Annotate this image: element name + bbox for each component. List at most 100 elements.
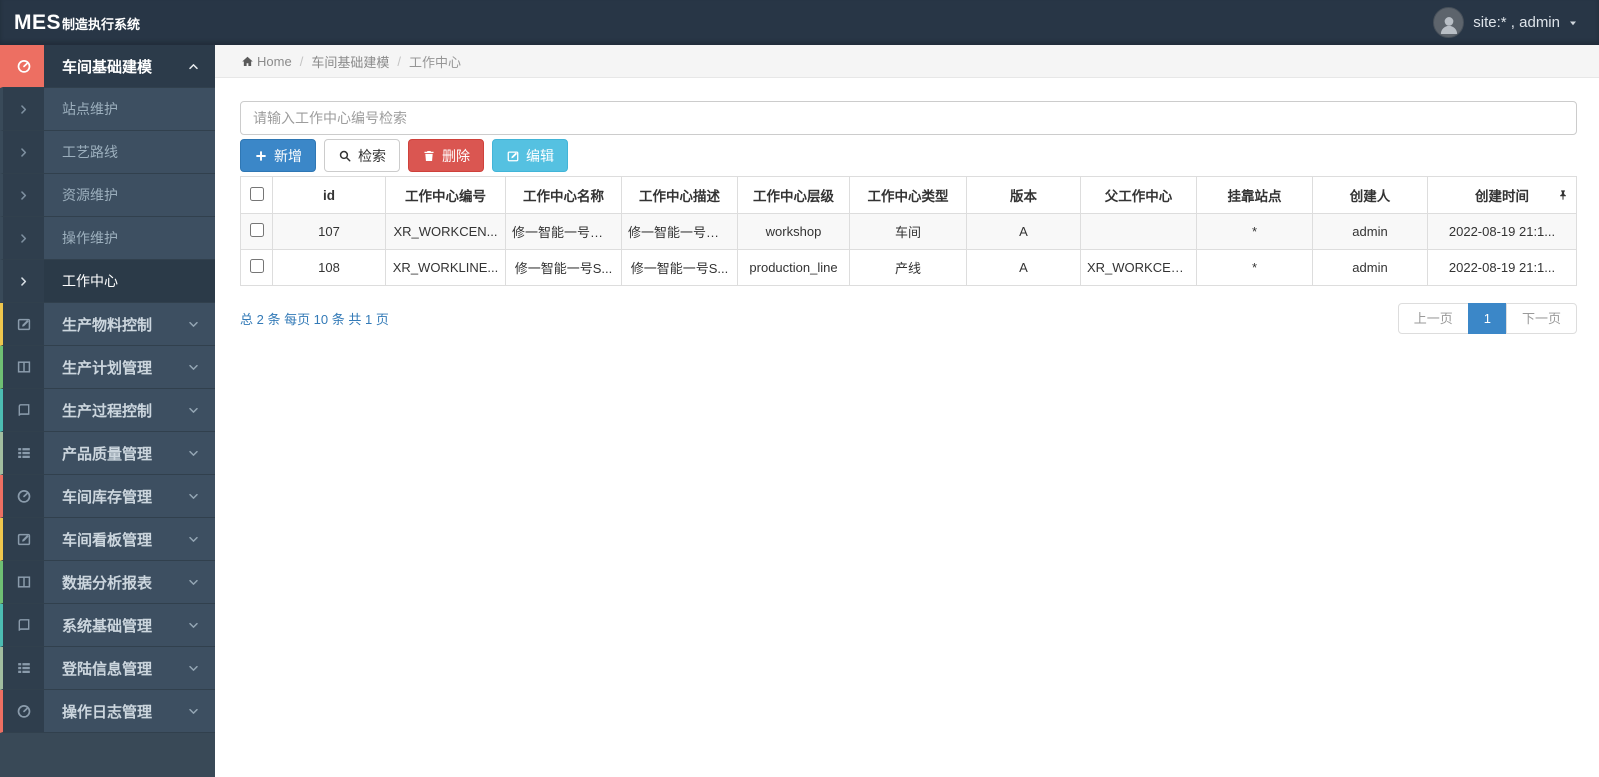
list-icon [3,647,44,689]
sidebar-section-label: 系统基础管理 [62,617,153,635]
sidebar-section-label: 产品质量管理 [62,445,153,463]
avatar [1433,7,1465,38]
column-header-type: 工作中心类型 [849,176,967,214]
select-all-checkbox[interactable] [249,186,264,201]
search-input[interactable] [240,101,1577,135]
sidebar-item-label: 站点维护 [62,101,118,117]
chevron-down-icon [187,662,200,675]
row-checkbox[interactable] [249,223,264,237]
sidebar-filler [0,733,215,777]
sidebar-section-production-process-control[interactable]: 生产过程控制 [0,389,215,432]
chevron-up-icon [187,60,200,73]
sidebar-section-workshop-kanban-management[interactable]: 车间看板管理 [0,518,215,561]
cell-created-time: 2022-08-19 21:1... [1427,213,1577,250]
chevron-right-icon [3,217,44,259]
sidebar-section-label: 车间看板管理 [62,531,153,549]
chevron-right-icon [3,88,44,130]
sidebar-item-operation-maintenance[interactable]: 操作维护 [0,217,215,260]
chevron-down-icon [187,404,200,417]
sidebar-section-production-material-control[interactable]: 生产物料控制 [0,303,215,346]
sidebar-item-process-route[interactable]: 工艺路线 [0,131,215,174]
edit-button[interactable]: 编辑 [492,139,568,172]
sidebar-section-login-info-management[interactable]: 登陆信息管理 [0,647,215,690]
plus-icon [254,149,268,163]
cell-version: A [966,213,1081,250]
sidebar-section-label: 生产物料控制 [62,316,153,334]
sidebar-section-label: 生产过程控制 [62,402,153,420]
sidebar-section-data-analysis-report[interactable]: 数据分析报表 [0,561,215,604]
dashboard-icon [3,475,44,517]
breadcrumb-separator: / [299,53,304,69]
cell-name: 修一智能一号车间 [505,213,622,250]
cell-created-time: 2022-08-19 21:1... [1427,249,1577,286]
cell-level: workshop [737,213,850,250]
sidebar-section-operation-log-management[interactable]: 操作日志管理 [0,690,215,733]
book-icon [3,604,44,646]
search-button-label: 检索 [358,147,386,164]
topbar: MES 制造执行系统 site:* , admin [0,0,1599,45]
page-1-button[interactable]: 1 [1467,303,1507,334]
table-row: 107 XR_WORKCEN... 修一智能一号车间 修一智能一号车间 work… [240,213,1577,250]
next-page-button[interactable]: 下一页 [1505,303,1577,334]
sidebar-item-resource-maintenance[interactable]: 资源维护 [0,174,215,217]
delete-button[interactable]: 删除 [408,139,484,172]
chevron-down-icon [187,576,200,589]
pushpin-icon[interactable] [1557,189,1569,201]
pagination-summary: 总 2 条 每页 10 条 共 1 页 [240,312,389,327]
edit-icon [3,303,44,345]
home-icon [241,55,254,68]
sidebar-item-work-center[interactable]: 工作中心 [0,260,215,303]
sidebar-item-label: 资源维护 [62,187,118,203]
sidebar-section-label: 数据分析报表 [62,574,153,592]
cell-parent: XR_WORKCEN... [1080,249,1197,286]
user-menu[interactable]: site:* , admin [1433,7,1579,38]
edit-button-label: 编辑 [526,147,554,164]
content-area: 新增 检索 删除 编辑 [215,78,1599,334]
columns-icon [3,561,44,603]
add-button[interactable]: 新增 [240,139,316,172]
column-header-level: 工作中心层级 [737,176,850,214]
row-checkbox[interactable] [249,259,264,273]
column-header-creator: 创建人 [1312,176,1428,214]
sidebar-section-label: 登陆信息管理 [62,660,153,678]
column-header-parent: 父工作中心 [1080,176,1197,214]
table-header-row: id 工作中心编号 工作中心名称 工作中心描述 工作中心层级 工作中心类型 版本… [240,176,1577,214]
column-header-version: 版本 [966,176,1081,214]
list-icon [3,432,44,474]
prev-page-button[interactable]: 上一页 [1397,303,1469,334]
sidebar-section-label: 生产计划管理 [62,359,153,377]
person-icon [1437,13,1461,37]
sidebar: 车间基础建模 站点维护 工艺路线 资源维护 操作维护 工作中心 生产物料控制 生… [0,45,215,777]
sidebar-item-station-maintenance[interactable]: 站点维护 [0,88,215,131]
breadcrumb-section[interactable]: 车间基础建模 [311,52,389,71]
cell-code: XR_WORKLINE... [385,249,506,286]
dashboard-icon [3,45,44,87]
app-logo: MES 制造执行系统 [14,11,140,35]
sidebar-section-label: 车间基础建模 [62,58,153,76]
sidebar-section-system-basic-management[interactable]: 系统基础管理 [0,604,215,647]
search-button[interactable]: 检索 [324,139,400,172]
sidebar-section-workshop-inventory-management[interactable]: 车间库存管理 [0,475,215,518]
sidebar-section-production-plan-management[interactable]: 生产计划管理 [0,346,215,389]
toolbar: 新增 检索 删除 编辑 [240,139,1577,172]
user-label: site:* , admin [1473,14,1560,31]
breadcrumb-separator: / [397,53,401,69]
caret-down-icon [1567,17,1579,29]
column-header-created-time: 创建时间 [1427,176,1577,214]
sidebar-item-label: 工作中心 [62,273,118,289]
edit-icon [506,149,520,163]
column-header-description: 工作中心描述 [621,176,738,214]
chevron-down-icon [187,447,200,460]
chevron-down-icon [187,619,200,632]
chevron-down-icon [187,705,200,718]
sidebar-section-workshop-basic-modeling[interactable]: 车间基础建模 [0,45,215,88]
sidebar-section-label: 操作日志管理 [62,703,153,721]
breadcrumb-home[interactable]: Home [257,54,292,69]
cell-description: 修一智能一号S... [621,249,738,286]
select-all-cell [240,176,273,214]
add-button-label: 新增 [274,147,302,164]
column-header-site: 挂靠站点 [1196,176,1313,214]
sidebar-section-product-quality-management[interactable]: 产品质量管理 [0,432,215,475]
sidebar-section-label: 车间库存管理 [62,488,153,506]
sidebar-item-label: 操作维护 [62,230,118,246]
